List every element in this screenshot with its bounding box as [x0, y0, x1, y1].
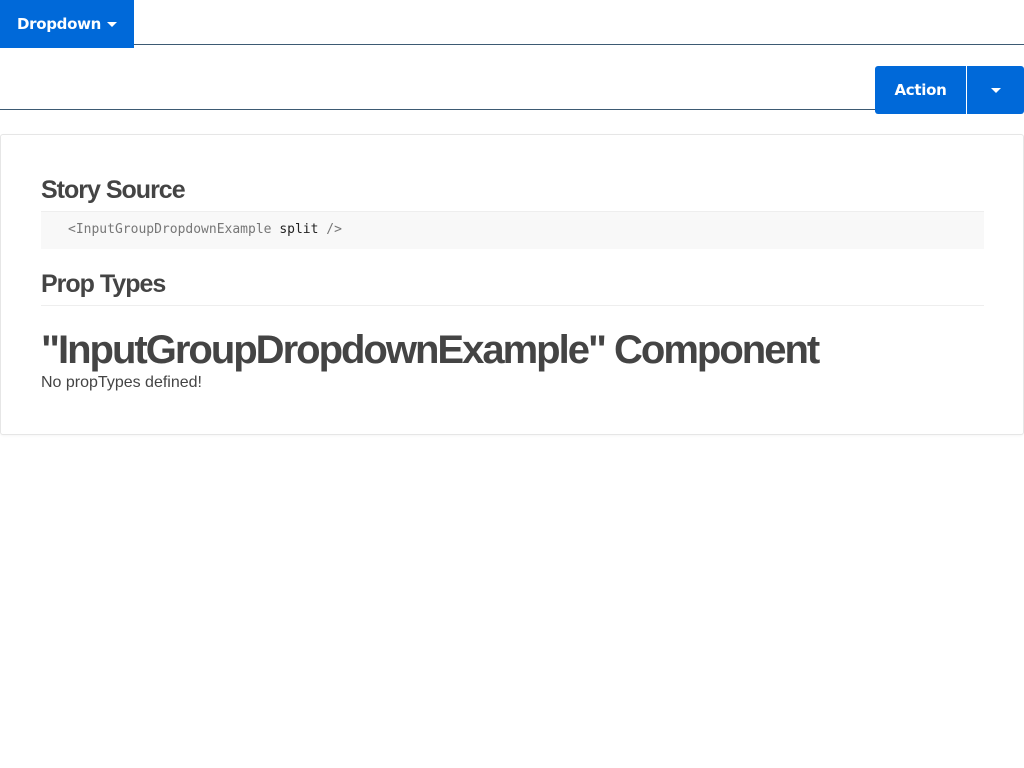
code-attribute: split	[279, 222, 319, 237]
split-toggle-button[interactable]	[967, 66, 1024, 114]
split-action-row: Action	[0, 45, 1024, 114]
story-info-panel: Story Source <InputGroupDropdownExample …	[0, 134, 1024, 435]
action-button-label: Action	[894, 81, 947, 99]
divider	[41, 305, 984, 306]
chevron-down-icon	[107, 21, 118, 27]
story-source-heading: Story Source	[41, 176, 186, 204]
dropdown-button-label: Dropdown	[16, 15, 102, 33]
component-title: "InputGroupDropdownExample" Component	[41, 328, 820, 372]
story-source-code: <InputGroupDropdownExample split />	[41, 211, 984, 249]
code-tag-open: <InputGroupDropdownExample	[68, 222, 272, 237]
input-underline[interactable]	[0, 109, 875, 110]
chevron-down-icon	[990, 87, 1001, 93]
action-button[interactable]: Action	[875, 66, 966, 114]
no-proptypes-message: No propTypes defined!	[41, 374, 202, 391]
dropdown-button[interactable]: Dropdown	[0, 0, 134, 48]
dropdown-row: Dropdown	[0, 0, 1024, 48]
prop-types-heading: Prop Types	[41, 270, 166, 298]
code-tag-close: />	[326, 222, 342, 237]
